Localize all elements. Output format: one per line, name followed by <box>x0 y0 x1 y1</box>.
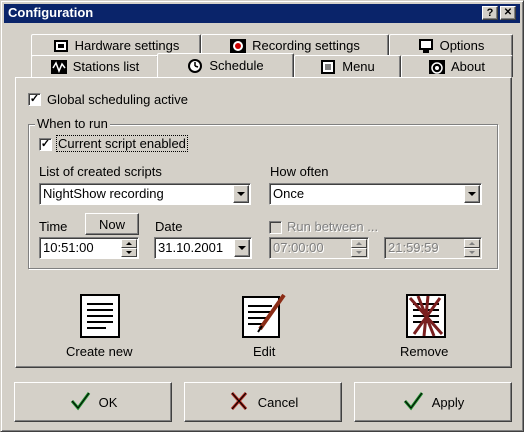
cancel-button[interactable]: Cancel <box>184 382 342 422</box>
tab-options[interactable]: Options <box>389 34 513 56</box>
scripts-combobox[interactable]: NightShow recording <box>39 183 251 205</box>
cancel-x-icon <box>228 390 250 415</box>
run-between-label: Run between ... <box>287 219 379 234</box>
window-title: Configuration <box>8 5 94 20</box>
date-label: Date <box>155 219 183 234</box>
cancel-label: Cancel <box>257 394 299 410</box>
tab-about[interactable]: About <box>401 55 513 77</box>
create-new-icon[interactable] <box>78 294 122 338</box>
help-button[interactable]: ? <box>482 6 498 20</box>
apply-label: Apply <box>431 394 465 410</box>
tab-stations-list[interactable]: Stations list <box>31 55 159 77</box>
run-from-spinner[interactable]: 07:00:00 <box>269 237 369 259</box>
spin-up-icon[interactable] <box>464 239 480 248</box>
run-between-checkbox[interactable] <box>269 221 282 234</box>
tab-label: Hardware settings <box>74 38 180 53</box>
hardware-icon <box>53 38 69 54</box>
tab-label: Recording settings <box>252 38 360 53</box>
run-to-value: 21:59:59 <box>388 240 439 255</box>
date-picker-value: 31.10.2001 <box>158 240 224 255</box>
run-from-value: 07:00:00 <box>273 240 324 255</box>
schedule-panel: ✓ Global scheduling active When to run ✓… <box>15 77 512 368</box>
current-script-enabled-label: Current script enabled <box>56 135 188 152</box>
ok-button[interactable]: OK <box>14 382 172 422</box>
monitor-icon <box>418 38 434 54</box>
close-button[interactable]: ✕ <box>500 6 516 20</box>
configuration-window: Configuration ? ✕ Hardware settings Reco… <box>0 0 524 432</box>
title-bar[interactable]: Configuration ? ✕ <box>4 4 520 23</box>
edit-icon[interactable] <box>242 293 286 338</box>
how-often-combobox[interactable]: Once <box>269 183 482 205</box>
when-to-run-label: When to run <box>35 116 110 131</box>
how-often-combobox-value: Once <box>273 186 305 201</box>
spin-down-icon[interactable] <box>351 248 367 257</box>
record-icon <box>230 38 247 54</box>
spin-up-icon[interactable] <box>351 239 367 248</box>
apply-check-icon <box>402 390 424 415</box>
time-spinner-value: 10:51:00 <box>43 240 94 255</box>
about-icon <box>429 59 445 75</box>
scripts-combobox-value: NightShow recording <box>43 186 164 201</box>
apply-button[interactable]: Apply <box>354 382 512 422</box>
tab-schedule[interactable]: Schedule <box>157 53 294 77</box>
tab-label: Menu <box>342 59 375 74</box>
spin-down-icon[interactable] <box>464 248 480 257</box>
remove-label: Remove <box>400 344 449 359</box>
when-to-run-group: When to run ✓ Current script enabled Lis… <box>28 116 498 269</box>
global-scheduling-checkbox[interactable]: ✓ <box>28 93 41 106</box>
ok-label: OK <box>98 394 118 410</box>
waveform-icon <box>50 59 67 75</box>
global-scheduling-label: Global scheduling active <box>47 92 188 107</box>
chevron-down-icon[interactable] <box>234 239 250 257</box>
create-new-label: Create new <box>66 344 133 359</box>
chevron-down-icon[interactable] <box>233 185 249 203</box>
chevron-down-icon[interactable] <box>464 185 480 203</box>
edit-label: Edit <box>253 344 276 359</box>
date-picker[interactable]: 31.10.2001 <box>154 237 252 259</box>
clock-icon <box>187 58 203 74</box>
current-script-enabled-checkbox[interactable]: ✓ <box>39 138 52 151</box>
tab-label: Options <box>439 38 485 53</box>
tab-label: Schedule <box>209 58 264 73</box>
tab-label: About <box>451 59 485 74</box>
how-often-label: How often <box>270 164 329 179</box>
remove-icon[interactable] <box>404 294 448 338</box>
run-to-spinner[interactable]: 21:59:59 <box>384 237 482 259</box>
menu-icon <box>320 59 336 75</box>
spin-down-icon[interactable] <box>121 248 137 257</box>
spin-up-icon[interactable] <box>121 239 137 248</box>
time-label: Time <box>39 219 68 234</box>
time-spinner[interactable]: 10:51:00 <box>39 237 139 259</box>
tab-menu[interactable]: Menu <box>294 55 401 77</box>
ok-check-icon <box>69 390 91 415</box>
now-button[interactable]: Now <box>85 213 139 235</box>
scripts-list-label: List of created scripts <box>39 164 162 179</box>
tab-label: Stations list <box>72 59 140 74</box>
